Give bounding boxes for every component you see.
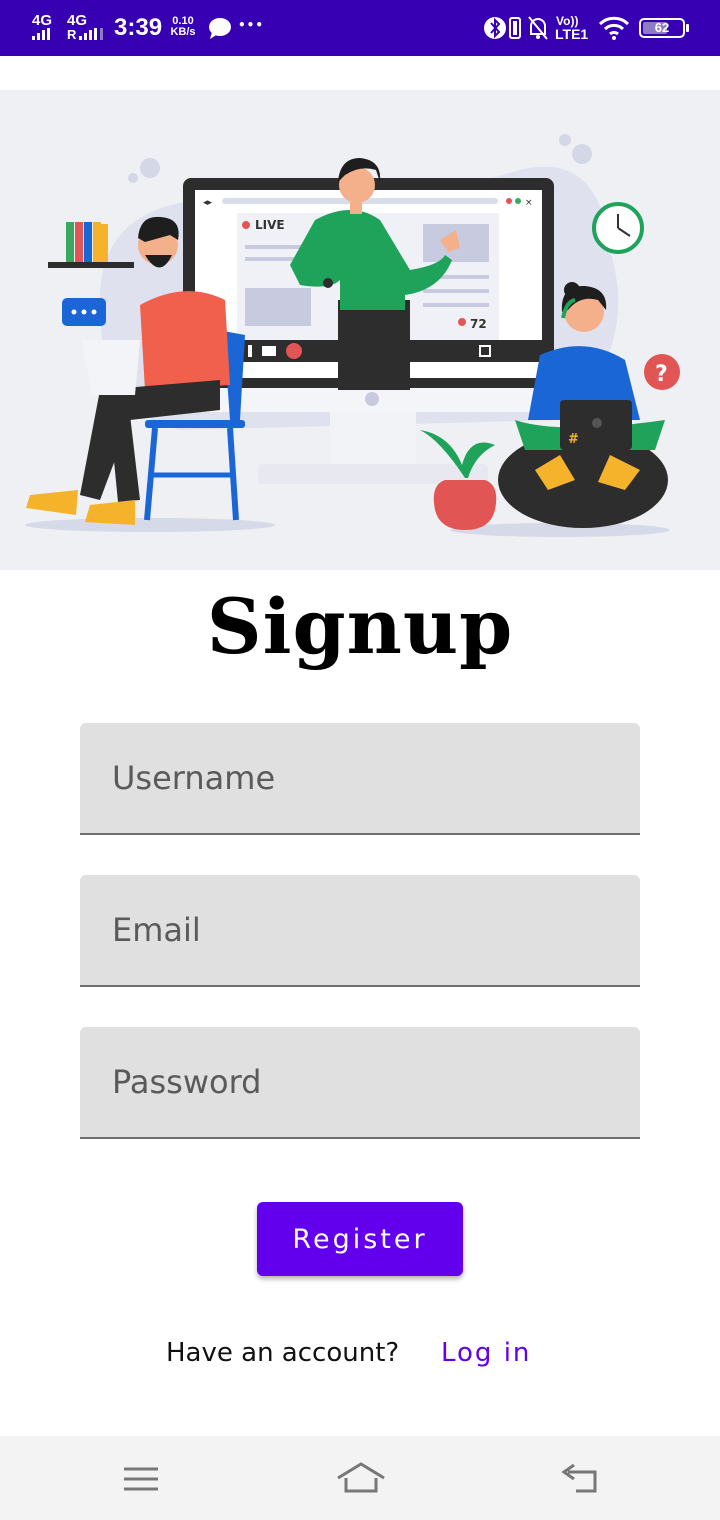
svg-text:◂▸: ◂▸ — [203, 198, 213, 208]
roaming-indicator: R — [67, 27, 77, 42]
svg-text:#: # — [568, 432, 579, 447]
network-type-1: 4G — [32, 12, 53, 29]
hero-illustration: × ◂▸ LIVE 72 ? # — [0, 90, 720, 570]
password-field[interactable] — [80, 1027, 640, 1139]
password-input[interactable] — [80, 1027, 640, 1137]
username-input[interactable] — [80, 723, 640, 833]
menu-icon[interactable] — [123, 1466, 159, 1492]
login-link[interactable]: Log in — [441, 1338, 531, 1368]
chat-bubble-icon — [209, 18, 231, 39]
email-field[interactable] — [80, 875, 640, 987]
signal-icon-2 — [79, 28, 103, 40]
lte-indicator: LTE1 — [555, 26, 589, 42]
mute-bell-icon — [528, 16, 548, 40]
svg-text:LIVE: LIVE — [255, 218, 285, 232]
svg-text:×: × — [525, 198, 533, 208]
battery-nub — [686, 24, 689, 32]
clock: 3:39 — [114, 14, 163, 41]
page-title: Signup — [206, 582, 514, 671]
svg-text:?: ? — [655, 362, 668, 387]
email-input[interactable] — [80, 875, 640, 985]
more-notifications-icon: ••• — [238, 18, 265, 32]
online-meeting-illustration-icon: × ◂▸ LIVE 72 ? # — [25, 134, 680, 537]
status-bar: 4G 4G R 3:39 0.10 KB/s ••• Vo)) LTE1 62 — [0, 0, 720, 56]
signal-icon-1 — [32, 28, 50, 40]
speed-unit: KB/s — [170, 26, 196, 38]
network-speed: 0.10 KB/s — [168, 16, 198, 38]
home-icon[interactable] — [336, 1460, 386, 1494]
have-account-text: Have an account? — [166, 1338, 400, 1368]
wifi-icon — [598, 16, 630, 40]
battery-icon: 62 — [639, 18, 685, 38]
bluetooth-icon — [484, 17, 506, 39]
svg-text:72: 72 — [470, 317, 487, 331]
vibrate-icon — [509, 17, 521, 39]
username-field[interactable] — [80, 723, 640, 835]
back-icon[interactable] — [560, 1462, 598, 1494]
network-type-2: 4G — [67, 12, 88, 29]
register-button[interactable]: Register — [257, 1202, 463, 1276]
navigation-bar — [0, 1436, 720, 1520]
battery-level: 62 — [654, 20, 670, 35]
